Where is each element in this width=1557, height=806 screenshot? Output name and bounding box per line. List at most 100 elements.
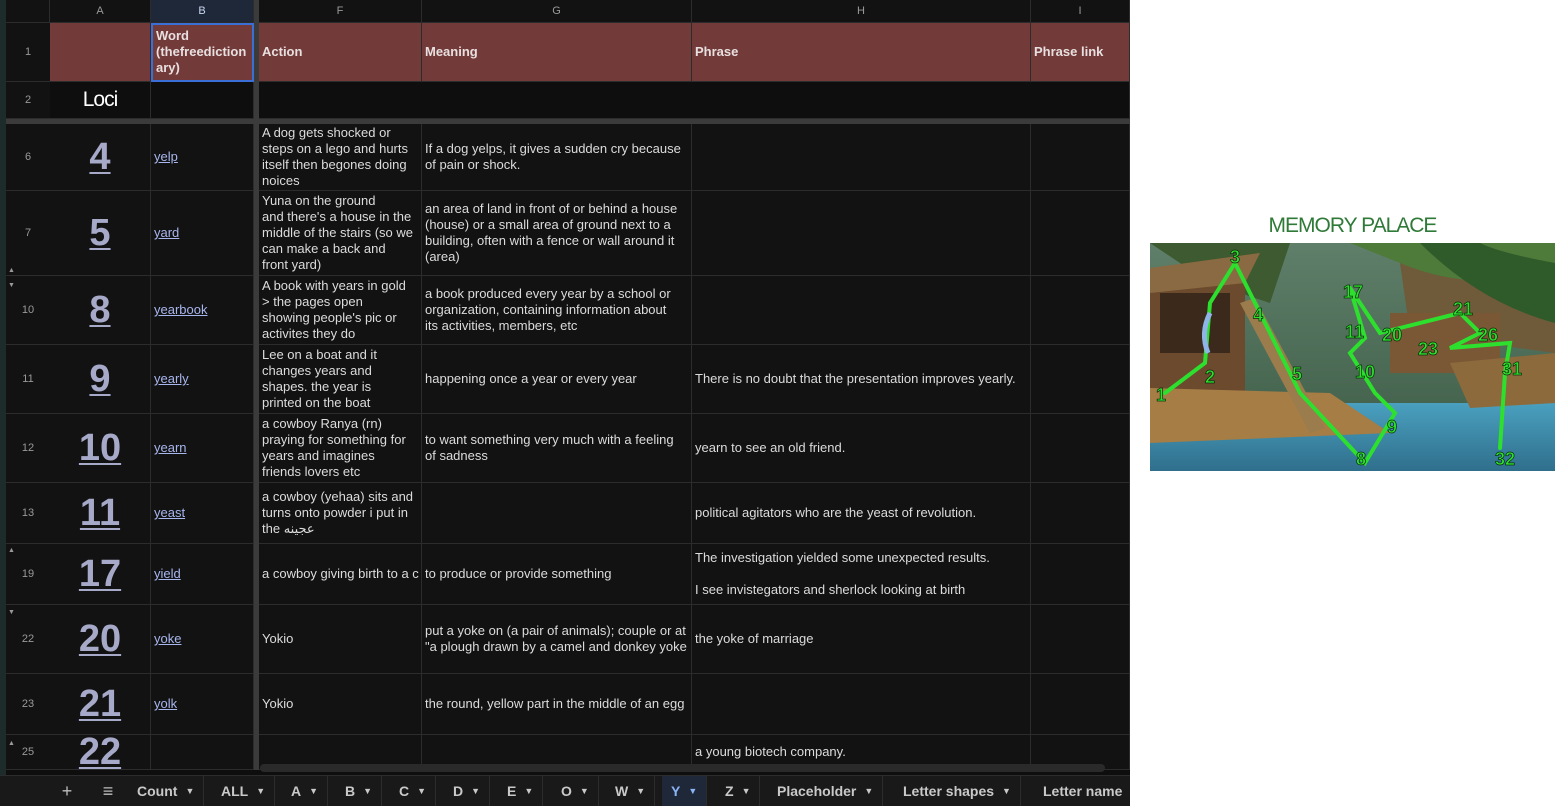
word-link[interactable]: yearly [154,371,189,387]
cell-link[interactable] [1031,483,1130,544]
word-link[interactable]: yearbook [154,302,207,318]
cell-loci[interactable]: 9 [50,345,151,414]
sheet-tab[interactable]: Placeholder ▼ [768,776,884,806]
sheet-tab[interactable]: E ▼ [498,776,544,806]
cell-phrase[interactable] [692,276,1031,345]
tab-menu-caret-icon[interactable]: ▼ [580,786,589,796]
sheet-tab[interactable]: W ▼ [606,776,656,806]
row-number[interactable]: 7 [6,191,50,276]
column-header-i[interactable]: I [1031,0,1130,23]
cell-phrase[interactable] [692,191,1031,276]
cell-action[interactable]: Yuna on the ground and there's a house i… [259,191,422,276]
row-group-toggle-icon[interactable]: ▲ [8,267,16,274]
column-header-a[interactable]: A [50,0,151,23]
header-cell-action[interactable]: Action [259,23,422,82]
tab-menu-caret-icon[interactable]: ▼ [363,786,372,796]
cell-meaning[interactable]: the round, yellow part in the middle of … [422,674,692,735]
tab-menu-caret-icon[interactable]: ▼ [256,786,265,796]
row-number[interactable]: 1 [6,23,50,82]
row-group-toggle-icon[interactable]: ▼ [8,282,16,289]
cell-phrase[interactable]: the yoke of marriage [692,605,1031,674]
cell-meaning[interactable]: put a yoke on (a pair of animals); coupl… [422,605,692,674]
loci-row-cell-b[interactable] [151,82,254,119]
row-number[interactable]: 23 [6,674,50,735]
header-cell-word[interactable]: Word (thefreediction ary) [151,23,254,82]
column-header-f[interactable]: F [259,0,422,23]
tab-menu-caret-icon[interactable]: ▼ [742,786,751,796]
row-group-toggle-icon[interactable]: ▼ [8,609,16,616]
tab-menu-caret-icon[interactable]: ▼ [471,786,480,796]
cell-link[interactable] [1031,605,1130,674]
cell-word[interactable] [151,735,254,770]
cell-loci[interactable]: 8 [50,276,151,345]
row-number[interactable]: 6 [6,124,50,191]
cell-loci[interactable]: 11 [50,483,151,544]
row-number[interactable]: 2 [6,82,50,119]
select-all-corner[interactable] [6,0,50,23]
tab-menu-caret-icon[interactable]: ▼ [417,786,426,796]
cell-loci[interactable]: 21 [50,674,151,735]
cell-action[interactable]: Yokio [259,674,422,735]
word-link[interactable]: yeast [154,505,185,521]
sheet-tab[interactable]: C ▼ [390,776,437,806]
sheet-tab[interactable]: Count ▼ [128,776,205,806]
tab-menu-caret-icon[interactable]: ▼ [524,786,533,796]
tab-menu-caret-icon[interactable]: ▼ [309,786,318,796]
cell-word[interactable]: yearbook [151,276,254,345]
cell-phrase[interactable] [692,674,1031,735]
row-group-toggle-icon[interactable]: ▲ [8,740,16,747]
cell-phrase[interactable] [692,124,1031,191]
cell-word[interactable]: yearn [151,414,254,483]
sheet-tab[interactable]: Y ▼ [662,776,708,806]
cell-word[interactable]: yolk [151,674,254,735]
cell-link[interactable] [1031,544,1130,605]
sheet-tab[interactable]: A ▼ [282,776,329,806]
sheet-tab[interactable]: B ▼ [336,776,383,806]
cell-meaning[interactable] [422,483,692,544]
cell-meaning[interactable]: happening once a year or every year [422,345,692,414]
sheet-tab[interactable]: O ▼ [552,776,599,806]
cell-loci[interactable]: 4 [50,124,151,191]
cell-word[interactable]: yeast [151,483,254,544]
cell-word[interactable]: yield [151,544,254,605]
word-link[interactable]: yoke [154,631,181,647]
sheet-tab[interactable]: Letter shapes ▼ [894,776,1021,806]
cell-word[interactable]: yard [151,191,254,276]
cell-link[interactable] [1031,124,1130,191]
tab-menu-caret-icon[interactable]: ▼ [636,786,645,796]
horizontal-scrollbar[interactable] [260,764,1105,772]
word-link[interactable]: yard [154,225,179,241]
sheet-tab[interactable]: Letter name [1034,776,1130,806]
cell-meaning[interactable]: If a dog yelps, it gives a sudden cry be… [422,124,692,191]
tab-menu-caret-icon[interactable]: ▼ [1002,786,1011,796]
row-number[interactable]: 12 [6,414,50,483]
cell-loci[interactable]: 5 [50,191,151,276]
sheet-tab[interactable]: D ▼ [444,776,491,806]
word-link[interactable]: yearn [154,440,187,456]
cell-loci[interactable]: 22 [50,735,151,770]
column-header-h[interactable]: H [692,0,1031,23]
row-group-toggle-icon[interactable]: ▲ [8,547,16,554]
cell-action[interactable]: A dog gets shocked or steps on a lego an… [259,124,422,191]
cell-word[interactable]: yelp [151,124,254,191]
cell-action[interactable]: a cowboy Ranya (rn) praying for somethin… [259,414,422,483]
column-header-g[interactable]: G [422,0,692,23]
cell-phrase[interactable]: The investigation yielded some unexpecte… [692,544,1031,605]
cell-link[interactable] [1031,414,1130,483]
loci-label-cell[interactable]: Loci [50,82,151,119]
cell-phrase[interactable]: There is no doubt that the presentation … [692,345,1031,414]
cell-meaning[interactable]: to want something very much with a feeli… [422,414,692,483]
row-number[interactable]: 13 [6,483,50,544]
word-link[interactable]: yelp [154,149,178,165]
loci-row-cell-rest[interactable] [259,82,1130,119]
cell-link[interactable] [1031,276,1130,345]
add-sheet-button[interactable]: + [54,778,80,804]
tab-menu-caret-icon[interactable]: ▼ [185,786,194,796]
cell-word[interactable]: yearly [151,345,254,414]
cell-loci[interactable]: 17 [50,544,151,605]
cell-meaning[interactable]: a book produced every year by a school o… [422,276,692,345]
cell-word[interactable]: yoke [151,605,254,674]
word-link[interactable]: yolk [154,696,177,712]
column-header-b[interactable]: B [151,0,254,23]
all-sheets-menu-button[interactable]: ≡ [95,778,121,804]
